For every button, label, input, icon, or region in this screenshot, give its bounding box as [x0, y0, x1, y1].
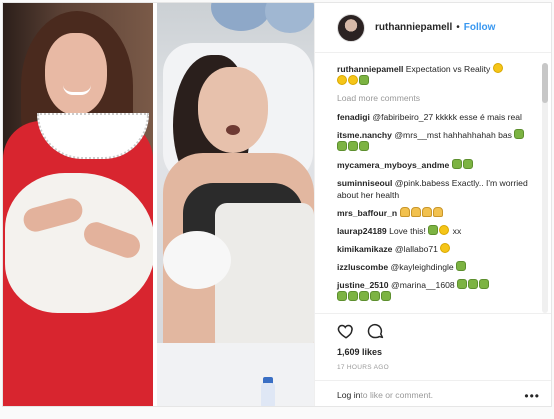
clap-emoji-icon [399, 207, 410, 217]
post-photo [3, 3, 314, 406]
login-suffix: to like or comment. [360, 390, 434, 400]
comment-username[interactable]: izzluscombe [337, 262, 388, 272]
caption-username[interactable]: ruthanniepamell [337, 64, 403, 74]
post-header: ruthanniepamell • Follow [315, 3, 551, 53]
laughing-emoji-icon [348, 75, 358, 85]
header-username[interactable]: ruthanniepamell [375, 22, 452, 33]
avatar[interactable] [337, 13, 365, 42]
bed-sheet [157, 343, 314, 406]
clap-emoji-icon [410, 207, 421, 217]
nauseated-emoji-icon [457, 279, 468, 289]
nauseated-emoji-icon [451, 159, 462, 169]
nauseated-emoji-icon [428, 225, 439, 235]
follow-button[interactable]: Follow [464, 22, 496, 33]
caption: ruthanniepamell Expectation vs Reality [337, 63, 529, 87]
nauseated-emoji-icon [359, 291, 369, 301]
comment-text: Love this! [389, 226, 426, 236]
nauseated-emoji-icon [462, 159, 473, 169]
comment-item: izzluscombe @kayleighdingle [337, 261, 529, 273]
grimace-emoji-icon [337, 75, 347, 85]
post-timestamp: 17 HOURS AGO [337, 364, 390, 371]
comment-username[interactable]: itsme.nanchy [337, 130, 392, 140]
comments-list[interactable]: ruthanniepamell Expectation vs Reality L… [315, 55, 543, 313]
scrollbar-thumb[interactable] [542, 63, 548, 103]
separator-dot: • [456, 22, 460, 33]
nauseated-emoji-icon [381, 291, 391, 301]
comment-username[interactable]: mycamera_myboys_andme [337, 160, 449, 170]
knit-blanket [215, 203, 314, 353]
comment-item: justine_2510 @marina__1608 [337, 279, 529, 303]
comment-username[interactable]: fenadigi [337, 112, 370, 122]
comment-text: @mrs__mst hahhahhahah bas [394, 130, 512, 140]
nauseated-emoji-icon [479, 279, 490, 289]
login-link[interactable]: Log in [337, 390, 360, 400]
comment-item: fenadigi @fabiribeiro_27 kkkkk esse é ma… [337, 111, 529, 123]
nauseated-emoji-icon [337, 141, 347, 151]
nauseated-emoji-icon [359, 75, 369, 85]
woman-face-left [45, 33, 107, 115]
grimace-emoji-icon [492, 63, 503, 73]
comment-text: @marina__1608 [390, 280, 455, 290]
post-actions: 1,609 likes 17 HOURS AGO Log in to like … [315, 313, 551, 406]
nauseated-emoji-icon [348, 141, 358, 151]
more-options-icon[interactable]: ••• [524, 389, 540, 403]
laughing-emoji-icon [440, 243, 451, 253]
nauseated-emoji-icon [337, 291, 347, 301]
comment-item: mrs_baffour_n [337, 207, 529, 219]
clap-emoji-icon [432, 207, 443, 217]
open-mouth [226, 125, 240, 135]
comment-item: itsme.nanchy @mrs__mst hahhahhahah bas [337, 129, 529, 153]
comment-icon[interactable] [367, 322, 385, 345]
nauseated-emoji-icon [359, 141, 369, 151]
comment-username[interactable]: laurap24189 [337, 226, 387, 236]
nauseated-emoji-icon [456, 261, 467, 271]
newborn-baby [163, 231, 231, 289]
like-count[interactable]: 1,609 likes [337, 347, 382, 357]
comment-text: @fabiribeiro_27 kkkkk esse é mais real [372, 112, 522, 122]
heart-icon[interactable] [337, 322, 355, 345]
comment-text: @lallabo71 [394, 244, 438, 254]
post-sidebar: ruthanniepamell • Follow ruthanniepamell… [314, 3, 551, 406]
login-prompt: Log in to like or comment. ••• [315, 380, 551, 406]
comment-username[interactable]: justine_2510 [337, 280, 389, 290]
action-icons [337, 322, 385, 345]
comment-item: laurap24189 Love this! xx [337, 225, 529, 237]
woman-face-right [198, 67, 268, 153]
comment-kisses: xx [452, 226, 462, 236]
nauseated-emoji-icon [370, 291, 380, 301]
comment-item: kimikamikaze @lallabo71 [337, 243, 529, 255]
nauseated-emoji-icon [514, 129, 525, 139]
load-more-comments[interactable]: Load more comments [337, 93, 529, 103]
comment-text: @kayleighdingle [390, 262, 454, 272]
nauseated-emoji-icon [348, 291, 358, 301]
bottle [261, 383, 275, 406]
grimace-emoji-icon [439, 225, 450, 235]
clap-emoji-icon [421, 207, 432, 217]
comment-username[interactable]: suminniseoul [337, 178, 392, 188]
comment-item: mycamera_myboys_andme [337, 159, 529, 171]
caption-text: Expectation vs Reality [405, 64, 491, 74]
comment-username[interactable]: kimikamikaze [337, 244, 392, 254]
instagram-post-card: ruthanniepamell • Follow ruthanniepamell… [2, 2, 552, 407]
comment-item: suminniseoul @pink.babess Exactly.. I'm … [337, 177, 529, 201]
nauseated-emoji-icon [468, 279, 479, 289]
comment-username[interactable]: mrs_baffour_n [337, 208, 397, 218]
